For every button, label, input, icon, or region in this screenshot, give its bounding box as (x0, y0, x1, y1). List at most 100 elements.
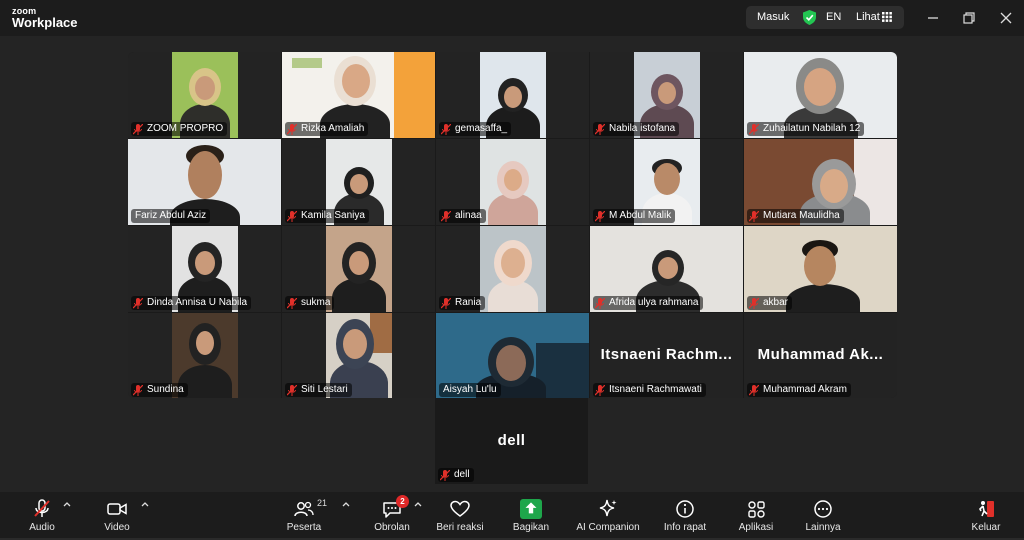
participant-tile[interactable]: ZOOM PROPRO (128, 52, 281, 138)
participant-video (326, 226, 392, 312)
participants-options-chevron-icon[interactable] (341, 500, 351, 510)
muted-mic-icon (441, 297, 451, 309)
muted-mic-icon (133, 123, 143, 135)
view-button[interactable]: Lihat (856, 11, 880, 23)
muted-mic-icon (749, 210, 759, 222)
muted-mic-icon (595, 384, 605, 396)
unread-chat-badge: 2 (396, 495, 409, 508)
participant-tile[interactable]: sukma (282, 226, 435, 312)
muted-mic-icon (287, 384, 297, 396)
participant-name: Kamila Saniya (301, 210, 365, 221)
participant-name: dell (454, 469, 470, 480)
chat-options-chevron-icon[interactable] (413, 500, 423, 510)
apps-label: Aplikasi (738, 522, 774, 533)
participant-name: Rania (455, 297, 482, 308)
participant-tile[interactable]: Aisyah Lu'lu (436, 313, 589, 398)
muted-mic-icon (749, 384, 759, 396)
participant-name: Itsnaeni Rachmawati (609, 384, 702, 395)
participant-tile[interactable]: Siti Lestari (282, 313, 435, 398)
video-options-chevron-icon[interactable] (140, 500, 150, 510)
more-label: Lainnya (805, 522, 841, 533)
muted-mic-icon (441, 210, 451, 222)
minimize-icon[interactable] (924, 9, 942, 27)
muted-mic-icon (287, 297, 297, 309)
logo-bottom-text: Workplace (12, 15, 78, 30)
chat-label: Obrolan (374, 522, 410, 533)
video-camera-icon (107, 503, 127, 515)
participant-tile[interactable]: Zuhailatun Nabilah 12 (744, 52, 897, 138)
participant-tile[interactable]: Rizka Amaliah (282, 52, 435, 138)
video-label: Video (104, 522, 130, 533)
video-button[interactable]: Video (98, 492, 136, 540)
participant-tile-active-speaker[interactable]: Fariz Abdul Aziz (128, 139, 281, 225)
meeting-toolbar: Audio Video Peserta 21 2 Obrolan Beri re… (0, 492, 1024, 540)
muted-mic-icon (440, 469, 450, 481)
audio-options-chevron-icon[interactable] (62, 500, 72, 510)
leave-button[interactable]: Keluar (966, 492, 1006, 540)
close-icon[interactable] (997, 9, 1015, 27)
muted-mic-icon (133, 297, 143, 309)
restore-icon[interactable] (960, 9, 978, 27)
participant-name: Fariz Abdul Aziz (135, 210, 207, 221)
meeting-info-button[interactable]: Info rapat (660, 492, 710, 540)
participant-tile[interactable]: Mutiara Maulidha (744, 139, 897, 225)
share-button[interactable]: Bagikan (510, 492, 552, 540)
participant-tile[interactable]: Muhammad Ak... Muhammad Akram (744, 313, 897, 398)
heart-icon (450, 500, 470, 517)
muted-mic-icon (133, 384, 143, 396)
meeting-info-label: Info rapat (663, 522, 707, 533)
participant-tile[interactable]: Rania (436, 226, 589, 312)
reactions-button[interactable]: Beri reaksi (433, 492, 487, 540)
participant-name: Dinda Annisa U Nabila (147, 297, 248, 308)
participant-tile[interactable]: Sundina (128, 313, 281, 398)
chat-button[interactable]: 2 Obrolan (371, 492, 413, 540)
grid-view-icon[interactable] (882, 12, 892, 22)
participant-count: 21 (317, 498, 328, 508)
muted-mic-icon (749, 123, 759, 135)
more-button[interactable]: Lainnya (803, 492, 843, 540)
participant-tile[interactable]: Nabila istofana (590, 52, 743, 138)
language-button[interactable]: EN (826, 11, 841, 23)
participant-tile[interactable]: gemasaffa_ (436, 52, 589, 138)
share-label: Bagikan (512, 522, 550, 533)
participant-name: Muhammad Akram (763, 384, 847, 395)
participant-name: akbar (763, 297, 789, 308)
participant-tile[interactable]: dell dell (435, 398, 588, 484)
zoom-logo: zoom Workplace (12, 6, 78, 30)
participant-tile[interactable]: Itsnaeni Rachm... Itsnaeni Rachmawati (590, 313, 743, 398)
signin-button[interactable]: Masuk (757, 11, 789, 23)
muted-microphone-icon (34, 499, 50, 517)
participant-name: Nabila istofana (609, 123, 676, 134)
participants-icon (294, 501, 314, 517)
participant-tile[interactable]: Dinda Annisa U Nabila (128, 226, 281, 312)
ai-companion-button[interactable]: AI Companion (572, 492, 644, 540)
participant-tile[interactable]: Afrida ulya rahmana (590, 226, 743, 312)
muted-mic-icon (595, 297, 605, 309)
muted-mic-icon (749, 297, 759, 309)
audio-button[interactable]: Audio (22, 492, 62, 540)
muted-mic-icon (595, 210, 605, 222)
chat-icon-wrap: 2 (381, 495, 409, 519)
participant-name: Zuhailatun Nabilah 12 (763, 123, 861, 134)
participant-tile[interactable]: M Abdul Malik (590, 139, 743, 225)
participant-name: Rizka Amaliah (301, 123, 365, 134)
ai-companion-label: AI Companion (576, 522, 640, 533)
video-gallery: ZOOM PROPRO Rizka Amaliah gemasaffa_ Nab… (128, 52, 897, 398)
apps-button[interactable]: Aplikasi (736, 492, 776, 540)
audio-label: Audio (29, 522, 55, 533)
muted-mic-icon (287, 123, 297, 135)
apps-icon (748, 501, 765, 518)
participant-tile[interactable]: alinaa (436, 139, 589, 225)
muted-mic-icon (441, 123, 451, 135)
participant-tile[interactable]: Kamila Saniya (282, 139, 435, 225)
participant-name: gemasaffa_ (455, 123, 508, 134)
more-options-icon (814, 500, 832, 518)
leave-label: Keluar (971, 522, 1001, 533)
participant-name: Sundina (147, 384, 184, 395)
encryption-shield-icon[interactable] (803, 10, 816, 25)
participants-label: Peserta (286, 522, 322, 533)
muted-mic-icon (595, 123, 605, 135)
participant-name: sukma (301, 297, 331, 308)
participant-display-name: Muhammad Ak... (757, 346, 884, 363)
participant-tile[interactable]: akbar (744, 226, 897, 312)
